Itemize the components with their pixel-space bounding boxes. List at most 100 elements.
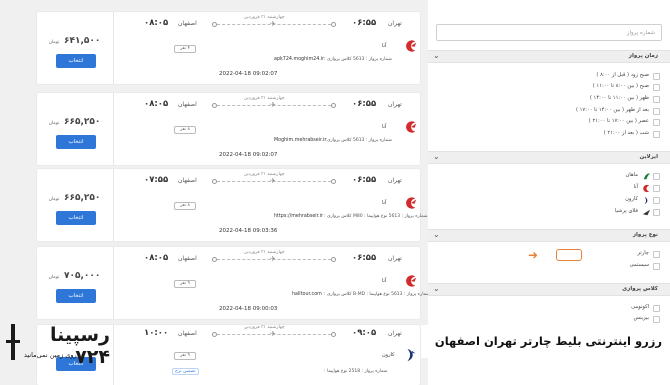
filter-option-label: فلای پرشیا <box>614 208 638 214</box>
destination-city: اصفهان <box>178 20 197 27</box>
filter-section-class[interactable]: کلاس پروازی ⌄ <box>428 283 670 296</box>
checkbox[interactable] <box>653 73 660 80</box>
price-guarantee-badge: تضمین نرخ <box>172 368 199 375</box>
checkbox[interactable] <box>653 185 660 192</box>
caption-text: رزرو اینترنتی بلیط چارتر تهران اصفهان <box>434 334 662 348</box>
route-line: ✈ <box>212 176 336 186</box>
seats-available: ۹ نفر <box>174 280 196 288</box>
filter-section-airline[interactable]: ایرلاین ⌄ <box>428 151 670 164</box>
arrival-time: ۰۸:۰۵ <box>144 99 169 109</box>
route-line: ✈ <box>212 329 336 339</box>
filter-section-title: نوع پرواز <box>632 232 658 238</box>
destination-city: اصفهان <box>178 255 197 262</box>
filter-section-title: زمان پرواز <box>628 53 658 59</box>
filter-option-fly-persia[interactable]: فلای پرشیا <box>500 208 660 217</box>
destination-city: اصفهان <box>178 330 197 337</box>
ata-logo-icon <box>404 38 418 52</box>
flight-card: ۶۴۱,۵۰۰ تومان انتخاب اصفهان ۰۸:۰۵ چهارشن… <box>37 12 420 84</box>
arrival-time: ۰۷:۵۵ <box>144 175 169 185</box>
seats-available: ۴ نفر <box>174 45 196 53</box>
provider-site[interactable]: Moghim.mehrabseir.ir <box>274 138 326 143</box>
filter-option-mahan[interactable]: ماهان <box>500 172 660 181</box>
seats-available: ۸ نفر <box>174 202 196 210</box>
filter-option-karun[interactable]: کارون <box>500 196 660 205</box>
brand-name: رسپینا ۷۲۴ <box>49 324 111 368</box>
filter-option-systemic[interactable]: سیستمی <box>500 262 660 271</box>
route-line: ✈ <box>212 254 336 264</box>
checkbox[interactable] <box>653 197 660 204</box>
airline-name: آتا <box>382 200 387 206</box>
filter-option[interactable]: شب ( بعد از ۲۱:۰۰ ) <box>500 130 660 139</box>
flight-info: شماره پرواز : 5613 نوع هواپیما : B-MD کل… <box>324 292 430 297</box>
provider-site[interactable]: https://mehrabseir.ir <box>274 214 323 219</box>
origin-city: تهران <box>388 20 402 27</box>
filter-option-charter[interactable]: چارتر <box>500 250 660 259</box>
filter-option[interactable]: بعد از ظهر ( بین ۱۴:۰۰ تا ۱۷:۰۰ ) <box>500 107 660 116</box>
update-timestamp: 2022-04-18 09:03:36 <box>219 228 278 234</box>
checkbox[interactable] <box>653 108 660 115</box>
route-line: ✈ <box>212 19 336 29</box>
departure-time: ۰۶:۵۵ <box>352 253 377 263</box>
brand-watermark: رسپینا ۷۲۴ روی زمین نمی‌مانید <box>0 318 111 368</box>
checkbox[interactable] <box>653 316 660 323</box>
ata-logo-icon <box>404 273 418 287</box>
filter-option[interactable]: صبح زود ( قبل از ۸:۰۰ ) <box>500 72 660 81</box>
filter-option[interactable]: عصر ( بین ۱۷:۰۰ تا ۲۱:۰۰ ) <box>500 118 660 127</box>
airline-name: کارون <box>382 352 395 358</box>
filter-option-business[interactable]: بیزینس <box>500 315 660 324</box>
airline-name: آتا <box>382 43 387 49</box>
price-currency: تومان <box>48 40 60 45</box>
airline-name: آتا <box>382 124 387 130</box>
arrival-time: ۰۸:۰۵ <box>144 18 169 28</box>
select-flight-button[interactable]: انتخاب <box>56 211 96 225</box>
update-timestamp: 2022-04-18 09:02:07 <box>219 71 278 77</box>
filter-option-economy[interactable]: اکونومی <box>500 304 660 313</box>
filter-option-label: بعد از ظهر ( بین ۱۴:۰۰ تا ۱۷:۰۰ ) <box>575 107 649 113</box>
flight-info: شماره پرواز : 5613 نوع هواپیما : M80 کلا… <box>324 214 428 219</box>
filter-option[interactable]: صبح ( بین ۸:۰۰ تا ۱۱:۰۰ ) <box>500 83 660 92</box>
destination-city: اصفهان <box>178 177 197 184</box>
checkbox[interactable] <box>653 84 660 91</box>
price-currency: تومان <box>48 275 60 280</box>
filter-section-flight-time[interactable]: زمان پرواز ⌄ <box>428 50 670 63</box>
filter-section-flight-type[interactable]: نوع پرواز ⌄ <box>428 229 670 242</box>
price-column: ۷۰۵,۰۰۰ تومان انتخاب <box>37 247 114 319</box>
origin-city: تهران <box>388 177 402 184</box>
checkbox[interactable] <box>653 209 660 216</box>
plane-icon: ✈ <box>270 177 276 185</box>
chevron-down-icon: ⌄ <box>433 230 440 239</box>
checkbox[interactable] <box>653 251 660 258</box>
checkbox[interactable] <box>653 263 660 270</box>
provider-site[interactable]: apk724.moghim24.ir <box>274 57 324 62</box>
checkbox[interactable] <box>653 173 660 180</box>
provider-site[interactable]: halltour.com <box>292 292 322 297</box>
filter-option-ata[interactable]: آتا <box>500 184 660 193</box>
filter-option[interactable]: ظهر ( بین ۱۱:۰۰ تا ۱۴:۰۰ ) <box>500 95 660 104</box>
checkbox[interactable] <box>653 131 660 138</box>
chevron-down-icon: ⌄ <box>433 51 440 60</box>
filter-option-label: چارتر <box>637 250 649 256</box>
plane-icon: ✈ <box>270 101 276 109</box>
ata-logo-icon <box>643 184 650 193</box>
price: ۷۰۵,۰۰۰ تومان <box>36 271 113 281</box>
price-value: ۶۴۱,۵۰۰ <box>63 36 101 46</box>
filter-option-label: ماهان <box>625 172 639 178</box>
checkbox[interactable] <box>653 96 660 103</box>
select-flight-button[interactable]: انتخاب <box>56 54 96 68</box>
ata-logo-icon <box>404 195 418 209</box>
flight-details: اصفهان ۱۰:۰۰ چهارشنبه ۳۱ فروردین ✈ ۰۹:۰۵… <box>114 325 420 385</box>
arrival-time: ۰۸:۰۵ <box>144 253 169 263</box>
filter-option-label: شب ( بعد از ۲۱:۰۰ ) <box>603 130 649 136</box>
filter-option-label: کارون <box>625 196 638 202</box>
flight-number-search-input[interactable] <box>436 24 662 41</box>
filter-option-label: آتا <box>633 184 638 190</box>
route-line: ✈ <box>212 100 336 110</box>
checkbox[interactable] <box>653 305 660 312</box>
price-currency: تومان <box>48 197 60 202</box>
ata-logo-icon <box>404 119 418 133</box>
price: ۶۶۵,۲۵۰ تومان <box>36 117 113 127</box>
select-flight-button[interactable]: انتخاب <box>56 289 96 303</box>
checkbox[interactable] <box>653 119 660 126</box>
filter-option-label: عصر ( بین ۱۷:۰۰ تا ۲۱:۰۰ ) <box>588 118 649 124</box>
select-flight-button[interactable]: انتخاب <box>56 135 96 149</box>
